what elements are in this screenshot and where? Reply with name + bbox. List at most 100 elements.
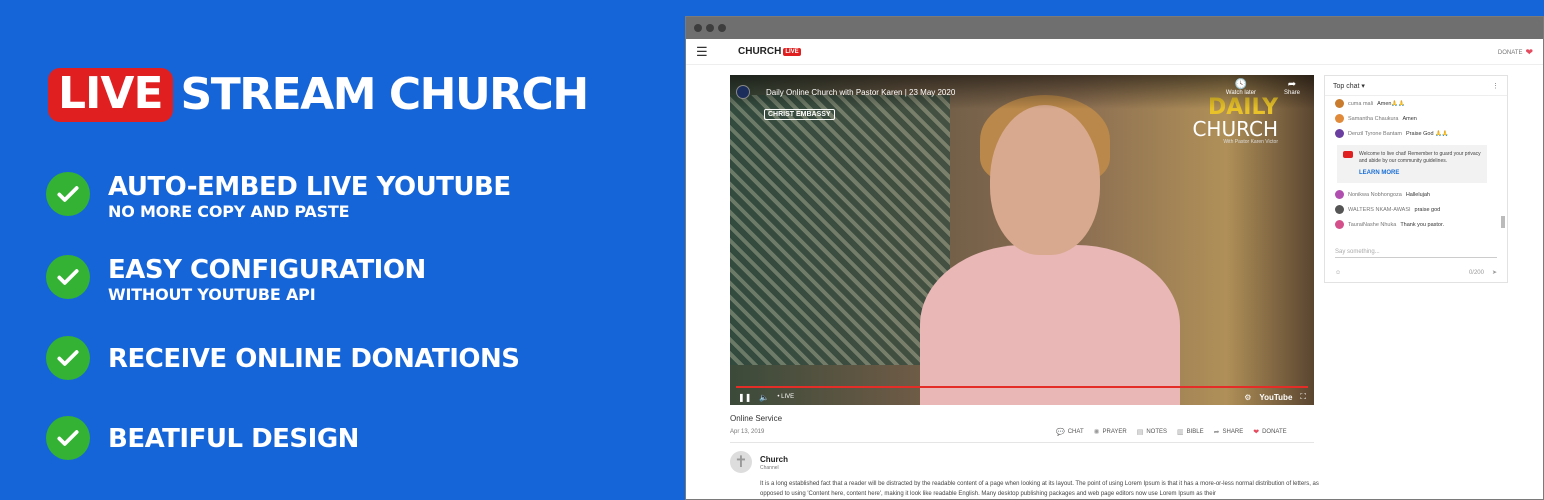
chat-message: cuma mali Amen🙏🙏 bbox=[1325, 96, 1499, 111]
video-title[interactable]: Daily Online Church with Pastor Karen | … bbox=[766, 88, 955, 97]
daily-logo-line2: CHURCH bbox=[1192, 117, 1278, 141]
chat-header: Top chat ▾ ⋮ bbox=[1325, 76, 1507, 96]
pause-icon[interactable]: ❚❚ bbox=[738, 393, 751, 402]
window-minimize-dot[interactable] bbox=[706, 24, 714, 32]
chat-message: WALTERS NKAM-AWASI praise god bbox=[1325, 202, 1499, 217]
char-count: 0/200 bbox=[1468, 269, 1484, 276]
bible-action[interactable]: ▥ BIBLE bbox=[1177, 428, 1204, 436]
prayer-action[interactable]: ✺ PRAYER bbox=[1094, 428, 1127, 436]
share-label: Share bbox=[1283, 90, 1300, 96]
chat-input-placeholder: Say something... bbox=[1335, 249, 1380, 255]
message-author: TauraiNashe Nhuka bbox=[1348, 221, 1397, 228]
video-controls: ❚❚ 🔈 • LIVE ⚙ YouTube ⛶ bbox=[730, 389, 1314, 405]
promo-panel: LIVE STREAM CHURCH AUTO-EMBED LIVE YOUTU… bbox=[0, 0, 680, 500]
avatar bbox=[1335, 220, 1344, 229]
watch-later-label: Watch later bbox=[1225, 90, 1256, 96]
donate-link[interactable]: DONATE ❤ bbox=[1498, 47, 1533, 58]
chat-footer: ☺ 0/200 ➤ bbox=[1335, 269, 1497, 277]
youtube-logo[interactable]: YouTube bbox=[1259, 393, 1292, 402]
browser-chrome bbox=[686, 17, 1543, 39]
chat-welcome-notice: Welcome to live chat! Remember to guard … bbox=[1337, 145, 1487, 183]
divider bbox=[730, 442, 1314, 443]
heart-icon: ❤ bbox=[1525, 47, 1533, 57]
browser-mockup: ☰ CHURCH LIVE DONATE ❤ CHRIST EMBASSY DA… bbox=[685, 16, 1544, 500]
bible-icon: ▥ bbox=[1177, 429, 1184, 436]
message-text: Praise God 🙏🙏 bbox=[1406, 130, 1449, 137]
bible-action-label: BIBLE bbox=[1186, 429, 1204, 435]
chat-message: Nonikwa Nobhongoza Hallelujah bbox=[1325, 187, 1499, 202]
logo-live-badge: LIVE bbox=[783, 47, 801, 56]
description-text: It is a long established fact that a rea… bbox=[760, 481, 1319, 497]
avatar bbox=[1335, 114, 1344, 123]
volume-icon[interactable]: 🔈 bbox=[759, 393, 769, 402]
feature-donations: RECEIVE ONLINE DONATIONS bbox=[46, 336, 520, 380]
heart-icon: ❤ bbox=[1253, 429, 1260, 436]
settings-gear-icon[interactable]: ⚙ bbox=[1244, 393, 1251, 402]
live-badge: LIVE bbox=[48, 68, 173, 122]
emoji-icon[interactable]: ☺ bbox=[1335, 270, 1341, 276]
learn-more-link[interactable]: LEARN MORE bbox=[1359, 170, 1481, 177]
top-chat-dropdown[interactable]: Top chat ▾ bbox=[1333, 82, 1365, 90]
window-maximize-dot[interactable] bbox=[718, 24, 726, 32]
share-icon: ➦ bbox=[1213, 429, 1220, 436]
service-date: Apr 13, 2019 bbox=[730, 429, 765, 435]
headline-text: STREAM CHURCH bbox=[180, 69, 590, 120]
video-player[interactable]: CHRIST EMBASSY DAILY CHURCH With Pastor … bbox=[730, 75, 1314, 405]
donate-action-label: DONATE bbox=[1262, 429, 1287, 435]
watch-later-button[interactable]: 🕓 Watch later bbox=[1226, 79, 1256, 96]
channel-name[interactable]: Church bbox=[760, 455, 788, 464]
notes-action-label: NOTES bbox=[1146, 429, 1168, 435]
feature-design: BEATIFUL DESIGN bbox=[46, 416, 359, 460]
check-icon bbox=[46, 255, 90, 299]
donate-action[interactable]: ❤ DONATE bbox=[1253, 428, 1286, 436]
chat-messages: cuma mali Amen🙏🙏 Samantha Chaukura Amen De… bbox=[1325, 96, 1499, 238]
feature-title: EASY CONFIGURATION bbox=[108, 255, 426, 285]
chat-icon: 💬 bbox=[1056, 429, 1065, 436]
check-icon bbox=[46, 336, 90, 380]
window-close-dot[interactable] bbox=[694, 24, 702, 32]
feature-title: BEATIFUL DESIGN bbox=[108, 424, 359, 454]
chat-input[interactable]: Say something... bbox=[1335, 242, 1497, 258]
avatar bbox=[1335, 129, 1344, 138]
message-text: Hallelujah bbox=[1405, 191, 1430, 198]
fullscreen-icon[interactable]: ⛶ bbox=[1300, 392, 1306, 402]
progress-bar[interactable] bbox=[736, 386, 1308, 388]
chat-scrollbar[interactable] bbox=[1501, 216, 1505, 228]
feature-auto-embed: AUTO-EMBED LIVE YOUTUBE NO MORE COPY AND… bbox=[46, 172, 511, 222]
site-header: ☰ CHURCH LIVE DONATE ❤ bbox=[686, 39, 1543, 65]
chat-action[interactable]: 💬 CHAT bbox=[1056, 428, 1084, 436]
send-icon[interactable]: ➤ bbox=[1492, 269, 1497, 276]
service-title: Online Service bbox=[730, 414, 783, 423]
menu-icon[interactable]: ☰ bbox=[696, 44, 716, 60]
avatar bbox=[1335, 205, 1344, 214]
video-wallpaper bbox=[730, 95, 950, 365]
share-action[interactable]: ➦ SHARE bbox=[1214, 428, 1244, 436]
live-indicator[interactable]: • LIVE bbox=[777, 394, 794, 400]
message-text: Thank you pastor. bbox=[1400, 221, 1445, 228]
more-vert-icon[interactable]: ⋮ bbox=[1492, 82, 1499, 90]
action-bar: 💬 CHAT ✺ PRAYER ▤ NOTES ▥ BIBLE ➦ SHARE ❤ DONA… bbox=[1056, 428, 1287, 436]
prayer-icon: ✺ bbox=[1093, 429, 1100, 436]
logo-text: CHURCH bbox=[738, 46, 782, 57]
share-action-label: SHARE bbox=[1222, 429, 1244, 435]
feature-subtitle: WITHOUT YOUTUBE API bbox=[108, 285, 316, 304]
check-icon bbox=[46, 172, 90, 216]
clock-icon: 🕓 bbox=[1234, 79, 1248, 90]
feature-easy-config: EASY CONFIGURATION WITHOUT YOUTUBE API bbox=[46, 255, 426, 305]
youtube-icon bbox=[1343, 151, 1353, 158]
avatar bbox=[1335, 190, 1344, 199]
christ-embassy-logo: CHRIST EMBASSY bbox=[764, 109, 835, 120]
notes-action[interactable]: ▤ NOTES bbox=[1137, 428, 1167, 436]
share-button[interactable]: ➦ Share bbox=[1284, 79, 1300, 96]
message-author: WALTERS NKAM-AWASI bbox=[1348, 206, 1411, 213]
cross-icon[interactable]: ✝ bbox=[730, 451, 752, 473]
site-logo[interactable]: CHURCH LIVE bbox=[738, 46, 801, 57]
message-author: cuma mali bbox=[1348, 100, 1374, 107]
notes-icon: ▤ bbox=[1136, 429, 1144, 436]
notice-text: Welcome to live chat! Remember to guard … bbox=[1359, 151, 1481, 164]
channel-icon[interactable] bbox=[736, 85, 750, 99]
feature-title: RECEIVE ONLINE DONATIONS bbox=[108, 344, 520, 374]
chat-message: Denzil Tyrone Bantam Praise God 🙏🙏 bbox=[1325, 126, 1499, 141]
chat-message: Samantha Chaukura Amen bbox=[1325, 111, 1499, 126]
message-author: Samantha Chaukura bbox=[1348, 115, 1399, 122]
